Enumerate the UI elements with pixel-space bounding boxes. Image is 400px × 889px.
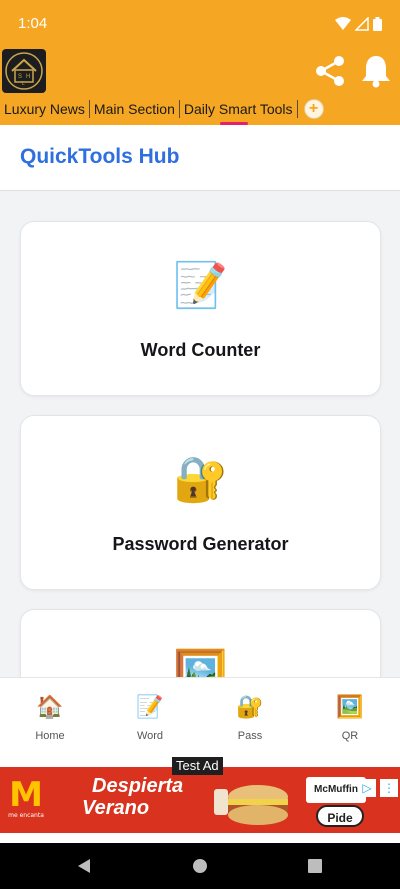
ad-banner[interactable]: Mme encanta Despierta Verano McMuffin Pi… bbox=[0, 755, 400, 843]
card-label: Password Generator bbox=[112, 534, 289, 554]
share-icon[interactable] bbox=[312, 53, 348, 89]
tools-list: 📝 Word Counter 🔐 Password Generator 🖼️ bbox=[0, 191, 400, 677]
back-icon[interactable] bbox=[76, 858, 92, 874]
app-header: S H L Luxury News Main Section Daily Sma… bbox=[0, 47, 400, 125]
card-label: Word Counter bbox=[140, 340, 261, 360]
bell-icon[interactable] bbox=[360, 53, 392, 89]
framed-picture-icon: 🖼️ bbox=[336, 694, 364, 719]
ad-label: Test Ad bbox=[172, 757, 223, 775]
home-icon[interactable] bbox=[192, 858, 208, 874]
nav-item-pass[interactable]: 🔐 Pass bbox=[200, 678, 300, 755]
nav-label: QR bbox=[341, 730, 359, 742]
page-title: QuickTools Hub bbox=[20, 145, 180, 168]
ad-headline: Despierta bbox=[92, 775, 184, 797]
nav-label: Word bbox=[136, 730, 164, 742]
status-icons bbox=[335, 16, 382, 31]
ad-cta-button[interactable]: Pide aquí bbox=[316, 805, 364, 827]
plus-circle-icon[interactable]: + bbox=[303, 99, 324, 119]
sandwich-icon bbox=[214, 785, 288, 825]
house-icon: 🏠 bbox=[36, 694, 64, 719]
battery-icon bbox=[373, 16, 382, 31]
signal-icon bbox=[355, 16, 369, 31]
brand-logo-icon: Mme encanta bbox=[8, 775, 44, 819]
tab-divider bbox=[296, 100, 298, 118]
page-header: QuickTools Hub bbox=[0, 125, 400, 191]
locked-with-key-icon: 🔐 bbox=[173, 455, 228, 504]
word-counter-card[interactable]: 📝 Word Counter bbox=[20, 221, 381, 396]
ad-headline-2: Verano bbox=[82, 797, 150, 819]
svg-text:L: L bbox=[22, 81, 25, 87]
locked-with-key-icon: 🔐 bbox=[236, 694, 264, 719]
memo-icon: 📝 bbox=[136, 694, 164, 719]
status-bar: 1:04 bbox=[0, 0, 400, 47]
ad-brand: McMuffin bbox=[306, 777, 366, 803]
house-logo-icon[interactable]: S H L bbox=[2, 49, 46, 93]
tab-daily-smart-tools[interactable]: Daily Smart Tools bbox=[180, 101, 297, 125]
tab-luxury-news[interactable]: Luxury News bbox=[0, 101, 89, 117]
nav-label: Home bbox=[35, 730, 65, 742]
ad-info-icon[interactable]: ▷ bbox=[358, 779, 376, 797]
nav-item-home[interactable]: 🏠 Home bbox=[0, 678, 100, 755]
svg-text:S: S bbox=[18, 74, 22, 80]
nav-item-qr[interactable]: 🖼️ QR bbox=[300, 678, 400, 755]
password-generator-card[interactable]: 🔐 Password Generator bbox=[20, 415, 381, 590]
bottom-nav: 🏠 Home 📝 Word 🔐 Pass 🖼️ QR bbox=[0, 677, 400, 755]
memo-icon: 📝 bbox=[173, 261, 228, 310]
nav-label: Pass bbox=[237, 730, 263, 742]
recents-icon[interactable] bbox=[308, 859, 322, 873]
system-nav-bar bbox=[0, 843, 400, 889]
nav-item-word[interactable]: 📝 Word bbox=[100, 678, 200, 755]
wifi-icon bbox=[335, 16, 351, 30]
svg-text:H: H bbox=[26, 74, 30, 80]
section-tabs: Luxury News Main Section Daily Smart Too… bbox=[0, 97, 400, 125]
status-time: 1:04 bbox=[18, 15, 48, 32]
framed-picture-icon: 🖼️ bbox=[173, 649, 228, 677]
qr-tool-card[interactable]: 🖼️ bbox=[20, 609, 381, 677]
tab-main-section[interactable]: Main Section bbox=[90, 101, 179, 117]
ad-options-icon[interactable]: ⋮ bbox=[380, 779, 398, 797]
ad-creative[interactable]: Mme encanta Despierta Verano McMuffin Pi… bbox=[0, 767, 400, 833]
